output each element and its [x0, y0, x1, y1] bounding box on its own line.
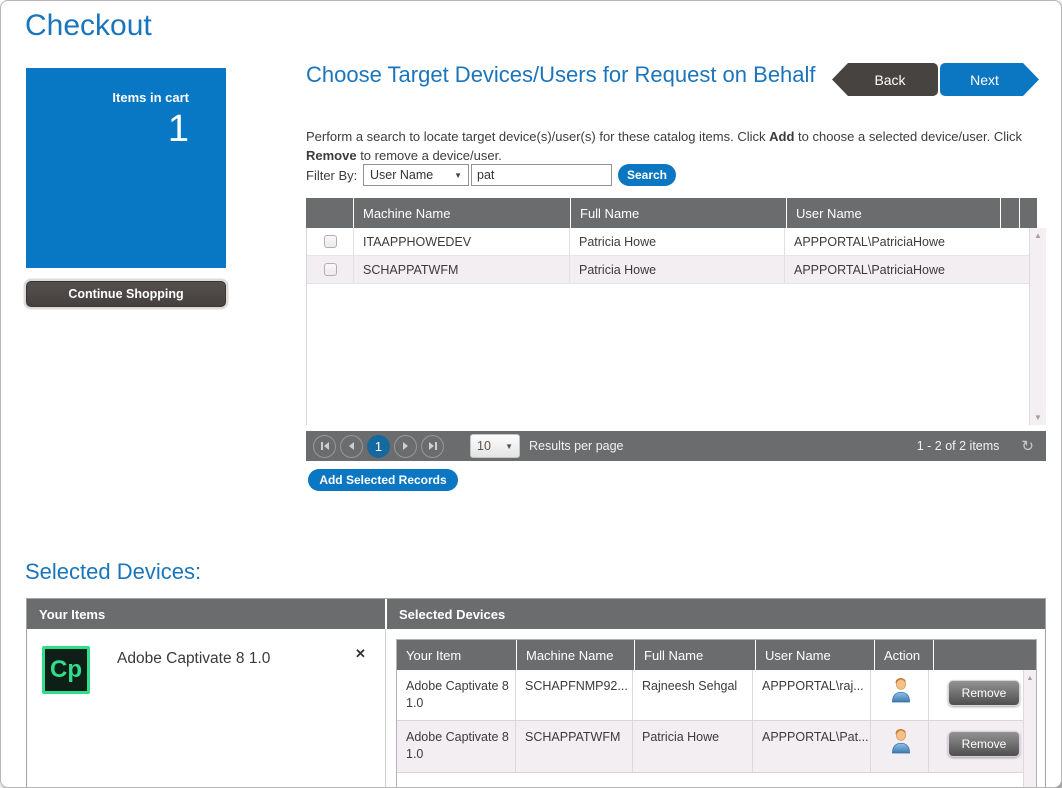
- selected-devices-heading: Selected Devices:: [25, 559, 201, 585]
- filter-field-select[interactable]: User Name ▼: [363, 164, 469, 186]
- section-heading: Choose Target Devices/Users for Request …: [306, 61, 834, 89]
- page-size-value: 10: [477, 439, 491, 453]
- table-row: Adobe Captivate 8 1.0 SCHAPFNMP92... Raj…: [397, 670, 1036, 721]
- pager-bar: 1 10 ▼ Results per page 1 - 2 of 2 items…: [306, 431, 1046, 461]
- cart-summary-box: Items in cart 1: [26, 68, 226, 268]
- scroll-down-icon[interactable]: ▼: [1034, 413, 1042, 422]
- instructions-part3: to remove a device/user.: [357, 148, 502, 163]
- search-button[interactable]: Search: [618, 164, 676, 186]
- column-header-your-item[interactable]: Your Item: [397, 640, 516, 670]
- your-item-cell: Adobe Captivate 8 1.0: [397, 670, 516, 720]
- scroll-up-icon[interactable]: ▲: [1027, 675, 1034, 788]
- instructions-add-keyword: Add: [769, 129, 794, 144]
- back-button[interactable]: Back: [832, 63, 938, 96]
- scroll-up-icon[interactable]: ▲: [1034, 231, 1042, 240]
- user-name-cell: APPPORTAL\PatriciaHowe: [785, 256, 1046, 283]
- your-items-header: Your Items: [27, 599, 385, 629]
- remove-button[interactable]: Remove: [948, 731, 1020, 757]
- full-name-cell: Rajneesh Sehgal: [633, 670, 753, 720]
- column-header-full-name[interactable]: Full Name: [635, 640, 755, 670]
- results-per-page-label: Results per page: [529, 439, 624, 453]
- column-header-user-name[interactable]: User Name: [787, 198, 1000, 228]
- previous-page-button[interactable]: [340, 435, 363, 458]
- machine-name-cell: SCHAPPATWFM: [516, 721, 633, 772]
- next-button[interactable]: Next: [940, 63, 1039, 96]
- your-item-cell: Adobe Captivate 8 1.0: [397, 721, 516, 772]
- filter-selected-option: User Name: [370, 168, 433, 182]
- selected-devices-table-header: Your Item Machine Name Full Name User Na…: [397, 640, 1036, 670]
- full-name-cell: Patricia Howe: [570, 228, 785, 255]
- machine-name-cell: SCHAPPATWFM: [354, 256, 570, 283]
- table-row[interactable]: SCHAPPATWFM Patricia Howe APPPORTAL\Patr…: [307, 256, 1046, 284]
- cart-count: 1: [168, 108, 189, 151]
- user-icon[interactable]: [890, 677, 912, 703]
- page-size-select[interactable]: 10 ▼: [470, 434, 520, 458]
- items-range-label: 1 - 2 of 2 items: [917, 439, 1000, 453]
- last-page-button[interactable]: [421, 435, 444, 458]
- items-in-cart-label: Items in cart: [112, 90, 189, 105]
- chevron-down-icon: ▼: [454, 171, 462, 180]
- selected-devices-table: Your Item Machine Name Full Name User Na…: [396, 639, 1037, 788]
- results-grid-header: Machine Name Full Name User Name: [306, 198, 1046, 228]
- machine-name-cell: ITAAPPHOWEDEV: [354, 228, 570, 255]
- continue-shopping-button[interactable]: Continue Shopping: [26, 281, 226, 307]
- results-grid-body: ITAAPPHOWEDEV Patricia Howe APPPORTAL\Pa…: [306, 228, 1046, 425]
- full-name-cell: Patricia Howe: [570, 256, 785, 283]
- full-name-cell: Patricia Howe: [633, 721, 753, 772]
- selected-devices-panel: Your Items Selected Devices Cp Adobe Cap…: [26, 598, 1046, 788]
- column-header-checkbox: [306, 198, 353, 228]
- filter-by-label: Filter By:: [306, 168, 357, 183]
- refresh-icon[interactable]: ↻: [1021, 437, 1034, 455]
- cart-item-name: Adobe Captivate 8 1.0: [117, 650, 270, 668]
- adobe-captivate-icon: Cp: [42, 646, 90, 694]
- add-selected-records-button[interactable]: Add Selected Records: [308, 469, 458, 491]
- your-items-pane: Cp Adobe Captivate 8 1.0 ✕: [27, 629, 386, 788]
- instructions-part2: to choose a selected device/user. Click: [794, 129, 1022, 144]
- user-icon[interactable]: [890, 728, 912, 754]
- remove-button[interactable]: Remove: [948, 680, 1020, 706]
- selected-devices-header: Selected Devices: [387, 599, 1045, 629]
- column-header-spacer-1: [1001, 198, 1019, 228]
- chevron-down-icon: ▼: [505, 442, 513, 451]
- column-header-spacer-2: [1020, 198, 1037, 228]
- column-header-full-name[interactable]: Full Name: [571, 198, 786, 228]
- row-checkbox[interactable]: [324, 263, 337, 276]
- instructions-text: Perform a search to locate target device…: [306, 127, 1044, 165]
- column-header-user-name[interactable]: User Name: [756, 640, 874, 670]
- close-icon[interactable]: ✕: [355, 646, 366, 662]
- machine-name-cell: SCHAPFNMP92...: [516, 670, 633, 720]
- column-header-remove: [934, 640, 1036, 670]
- first-page-button[interactable]: [313, 435, 336, 458]
- current-page-button[interactable]: 1: [367, 435, 390, 458]
- column-header-action[interactable]: Action: [875, 640, 933, 670]
- user-name-cell: APPPORTAL\raj...: [753, 670, 871, 720]
- results-grid: Machine Name Full Name User Name ITAAPPH…: [306, 198, 1046, 425]
- checkout-page: Checkout Items in cart 1 Continue Shoppi…: [0, 0, 1062, 788]
- search-input[interactable]: [471, 164, 612, 186]
- instructions-part1: Perform a search to locate target device…: [306, 129, 769, 144]
- table-row: Adobe Captivate 8 1.0 SCHAPPATWFM Patric…: [397, 721, 1036, 773]
- next-page-button[interactable]: [394, 435, 417, 458]
- page-title: Checkout: [25, 9, 152, 43]
- vertical-scrollbar[interactable]: ▲ ▼: [1029, 228, 1046, 425]
- panel-header: Your Items Selected Devices: [27, 599, 1045, 629]
- instructions-remove-keyword: Remove: [306, 148, 357, 163]
- vertical-scrollbar[interactable]: ▲: [1023, 670, 1036, 788]
- column-header-machine-name[interactable]: Machine Name: [354, 198, 570, 228]
- column-header-machine-name[interactable]: Machine Name: [517, 640, 634, 670]
- user-name-cell: APPPORTAL\PatriciaHowe: [785, 228, 1046, 255]
- user-name-cell: APPPORTAL\Pat...: [753, 721, 871, 772]
- table-row[interactable]: ITAAPPHOWEDEV Patricia Howe APPPORTAL\Pa…: [307, 228, 1046, 256]
- row-checkbox[interactable]: [324, 235, 337, 248]
